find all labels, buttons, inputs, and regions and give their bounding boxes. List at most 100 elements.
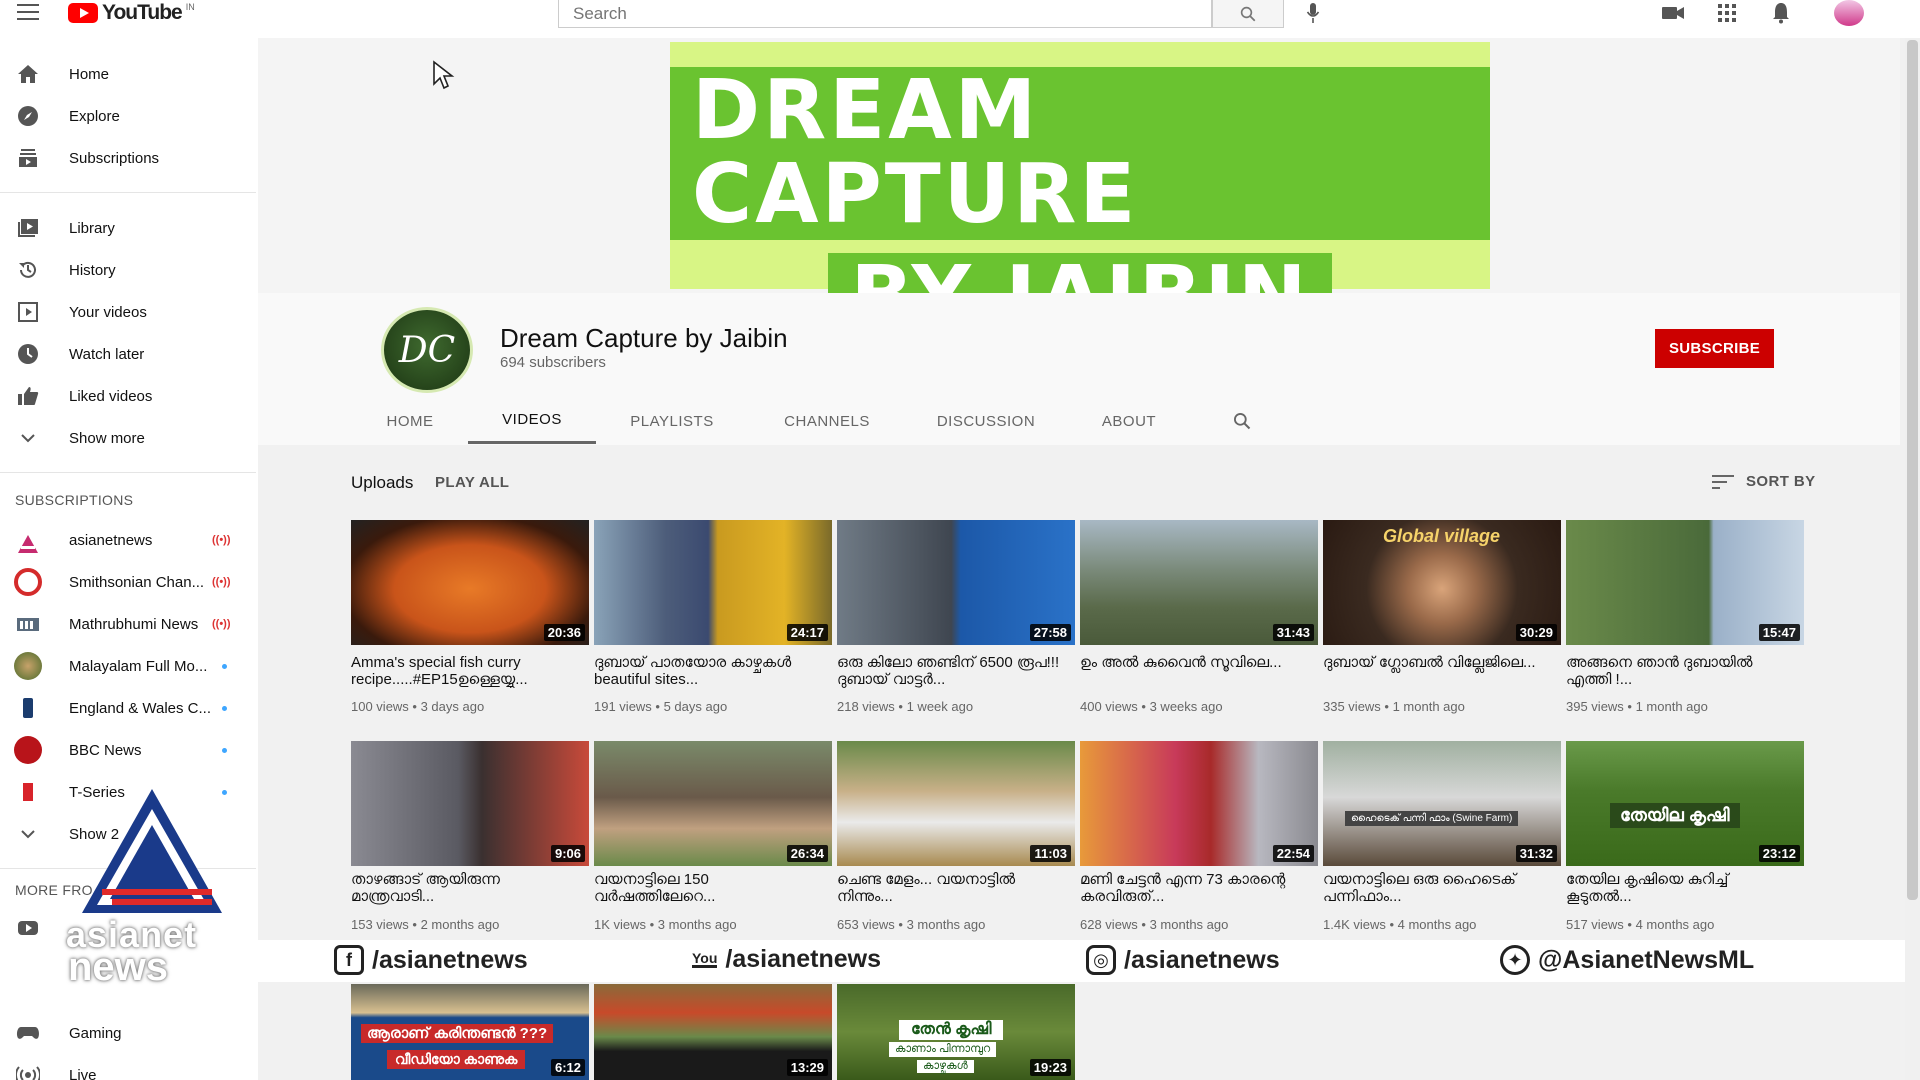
search-bar[interactable] <box>558 0 1212 28</box>
video-meta: 400 views • 3 weeks ago <box>1080 699 1223 714</box>
sidebar-item-your-videos[interactable]: Your videos <box>0 292 258 332</box>
notifications-button[interactable] <box>1768 2 1794 24</box>
video-thumbnail[interactable]: തേയില കൃഷി 23:12 <box>1566 741 1804 866</box>
thumbnail-text: തേയില കൃഷി <box>1610 803 1740 828</box>
subscription-item-malayalam-full-movies[interactable]: Malayalam Full Mo... <box>0 646 258 686</box>
clock-icon <box>16 342 40 366</box>
instagram-handle-text: /asianetnews <box>1124 945 1280 974</box>
video-title[interactable]: അങ്ങനെ ഞാൻ ദുബായിൽ എത്തി !... <box>1566 654 1796 688</box>
video-thumbnail[interactable]: 15:47 <box>1566 520 1804 645</box>
sidebar-item-subscriptions[interactable]: Subscriptions <box>0 138 258 178</box>
compass-icon <box>16 104 40 128</box>
new-content-dot <box>222 706 227 711</box>
chevron-down-icon <box>16 426 40 450</box>
tab-home[interactable]: HOME <box>380 398 440 444</box>
thumbnail-text: തേൻ കൃഷി <box>899 1020 1004 1040</box>
video-thumbnail[interactable]: 13:29 <box>594 984 832 1080</box>
live-broadcast-icon: ((•)) <box>212 618 231 630</box>
voice-search-button[interactable] <box>1302 0 1324 26</box>
video-thumbnail[interactable]: 26:34 <box>594 741 832 866</box>
video-thumbnail[interactable]: 9:06 <box>351 741 589 866</box>
apps-grid-icon <box>1718 4 1736 22</box>
sort-icon[interactable] <box>1712 474 1734 490</box>
sidebar-item-watch-later[interactable]: Watch later <box>0 334 258 374</box>
sidebar-item-explore[interactable]: Explore <box>0 96 258 136</box>
video-duration: 26:34 <box>786 845 828 862</box>
youtube-icon <box>16 916 40 940</box>
sidebar-item-label: Home <box>69 65 110 83</box>
sidebar-item-label: History <box>69 261 116 279</box>
sidebar-item-show-more[interactable]: Show more <box>0 418 258 458</box>
sidebar-item-gaming[interactable]: Gaming <box>0 1013 258 1053</box>
home-icon <box>16 62 40 86</box>
sidebar-item-liked-videos[interactable]: Liked videos <box>0 376 258 416</box>
bell-icon <box>1773 3 1789 24</box>
sidebar-item-label: Malayalam Full Mo... <box>69 657 208 675</box>
create-video-button[interactable] <box>1660 2 1686 24</box>
subscriptions-icon <box>16 146 40 170</box>
video-thumbnail[interactable]: ഹൈടെക് പന്നി ഫാം (Swine Farm) 31:32 <box>1323 741 1561 866</box>
video-title[interactable]: ദുബായ് ഗ്ലോബൽ വില്ലേജിലെ... <box>1323 654 1553 688</box>
video-title[interactable]: വയനാട്ടിലെ 150 വർഷത്തിലേറെ... <box>594 871 824 905</box>
logo-country: IN <box>185 2 195 12</box>
video-thumbnail[interactable]: ആരാണ് കരിന്തണ്ടൻ ??? വീഡിയോ കാണുക 6:12 <box>351 984 589 1080</box>
video-title[interactable]: ഉം അൽ കുവൈൻ സൂവിലെ... <box>1080 654 1310 688</box>
video-thumbnail[interactable]: തേൻ കൃഷി കാണാം പിന്നാമ്പുറ കാഴ്ചകൾ 19:23 <box>837 984 1075 1080</box>
video-thumbnail[interactable]: 31:43 <box>1080 520 1318 645</box>
scrollbar-thumb[interactable] <box>1907 40 1918 900</box>
logo-text: YouTube <box>102 1 183 24</box>
sidebar-item-library[interactable]: Library <box>0 208 258 248</box>
video-duration: 11:03 <box>1030 845 1071 862</box>
video-title[interactable]: താഴങ്ങാട് ആയിരുന്ന മാന്ത്രവാടി... <box>351 871 581 905</box>
sidebar-item-history[interactable]: History <box>0 250 258 290</box>
channel-avatar[interactable]: DC <box>381 307 473 393</box>
subscription-item-bbc-news[interactable]: BBC News <box>0 730 258 770</box>
tab-playlists[interactable]: PLAYLISTS <box>628 398 716 444</box>
subscription-item-england-wales[interactable]: England & Wales C... <box>0 688 258 728</box>
menu-icon[interactable] <box>17 4 39 20</box>
subscription-item-mathrubhumi[interactable]: Mathrubhumi News ((•)) <box>0 604 258 644</box>
video-duration: 20:36 <box>543 624 585 641</box>
video-title[interactable]: ദുബായ് പാതയോര കാഴ്ചകൾ beautiful sites... <box>594 654 824 688</box>
video-thumbnail[interactable]: 27:58 <box>837 520 1075 645</box>
search-input[interactable] <box>573 3 1211 24</box>
sidebar-item-label: Subscriptions <box>69 149 160 167</box>
video-duration: 6:12 <box>550 1059 585 1076</box>
instagram-icon: ◎ <box>1086 945 1116 975</box>
video-thumbnail[interactable]: Global village 30:29 <box>1323 520 1561 645</box>
play-all-button[interactable]: PLAY ALL <box>435 474 509 491</box>
tab-videos[interactable]: VIDEOS <box>468 398 596 444</box>
subscribe-button[interactable]: SUBSCRIBE <box>1655 329 1774 368</box>
subscriber-count: 694 subscribers <box>500 354 606 371</box>
video-title[interactable]: മണി ചേട്ടൻ എന്ന 73 കാരന്റെ കരവിരുത്... <box>1080 871 1310 905</box>
youtube-logo[interactable]: YouTube IN <box>68 0 195 26</box>
video-thumbnail[interactable]: 22:54 <box>1080 741 1318 866</box>
thumbs-up-icon <box>16 384 40 408</box>
apps-button[interactable] <box>1714 2 1740 24</box>
video-title[interactable]: വയനാട്ടിലെ ഒരു ഹൈടെക് പന്നിഫാം... <box>1323 871 1553 905</box>
video-title[interactable]: ചെണ്ട മേളം... വയനാട്ടിൽ നിന്നും... <box>837 871 1067 905</box>
channel-avatar <box>14 778 42 806</box>
tab-about[interactable]: ABOUT <box>1100 398 1158 444</box>
tab-discussion[interactable]: DISCUSSION <box>934 398 1038 444</box>
video-title[interactable]: തേയില കൃഷിയെ കുറിച്ച് കൂടുതൽ... <box>1566 871 1796 905</box>
subscription-item-smithsonian[interactable]: Smithsonian Chan... ((•)) <box>0 562 258 602</box>
sidebar-item-live[interactable]: Live <box>0 1055 258 1080</box>
library-icon <box>16 216 40 240</box>
video-thumbnail[interactable]: 20:36 <box>351 520 589 645</box>
tab-channels[interactable]: CHANNELS <box>780 398 874 444</box>
sidebar-item-home[interactable]: Home <box>0 54 258 94</box>
video-title[interactable]: Amma's special fish curry recipe.....#EP… <box>351 654 581 688</box>
sort-by-button[interactable]: SORT BY <box>1746 473 1815 490</box>
video-thumbnail[interactable]: 11:03 <box>837 741 1075 866</box>
youtube-play-icon <box>68 3 98 23</box>
search-button[interactable] <box>1212 0 1284 28</box>
sidebar-item-label: Liked videos <box>69 387 153 405</box>
subscription-item-asianetnews[interactable]: asianetnews ((•)) <box>0 520 258 560</box>
video-thumbnail[interactable]: 24:17 <box>594 520 832 645</box>
account-avatar[interactable] <box>1834 0 1864 26</box>
video-meta: 1.4K views • 4 months ago <box>1323 917 1477 932</box>
banner-title-line1: DREAM CAPTURE <box>670 67 1490 241</box>
channel-search-button[interactable] <box>1228 398 1256 444</box>
video-title[interactable]: ഒരു കിലോ ഞണ്ടിന് 6500 രൂപ!!!ദുബായ് വാട്ട… <box>837 654 1067 688</box>
